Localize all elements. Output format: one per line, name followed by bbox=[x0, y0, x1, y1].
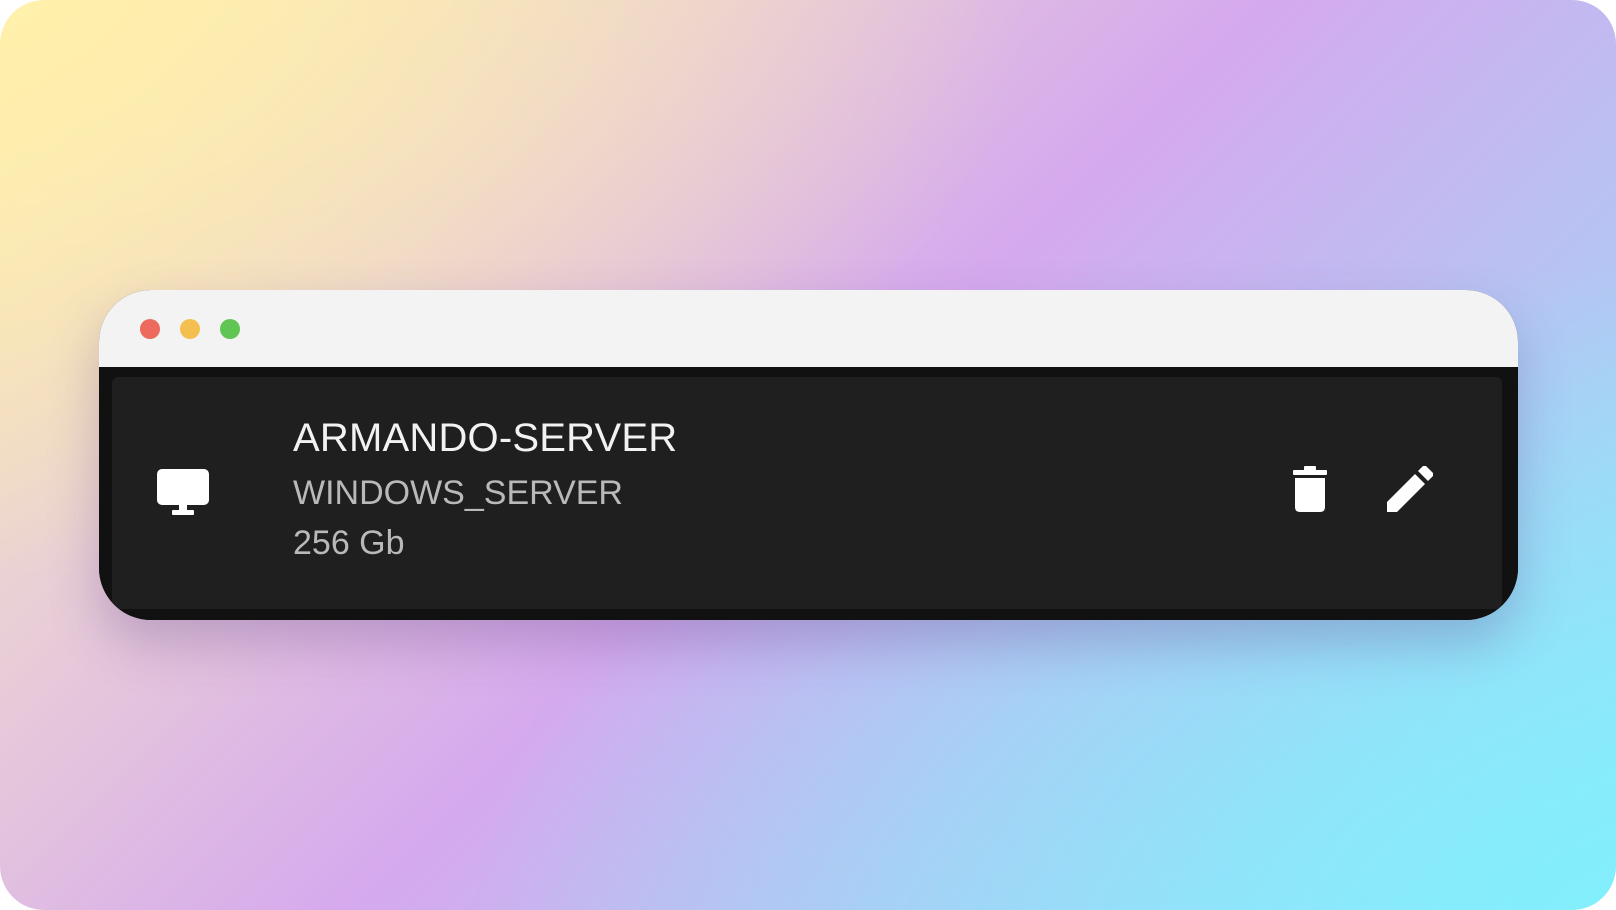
minimize-window-button[interactable] bbox=[180, 319, 200, 339]
edit-button[interactable] bbox=[1382, 463, 1438, 519]
server-type: WINDOWS_SERVER bbox=[293, 474, 623, 512]
pencil-icon bbox=[1387, 465, 1434, 517]
window-content: ARMANDO-SERVER WINDOWS_SERVER 256 Gb bbox=[99, 367, 1518, 620]
app-window: ARMANDO-SERVER WINDOWS_SERVER 256 Gb bbox=[99, 290, 1518, 620]
trash-icon bbox=[1293, 465, 1327, 517]
server-details: ARMANDO-SERVER WINDOWS_SERVER 256 Gb bbox=[293, 413, 677, 565]
maximize-window-button[interactable] bbox=[220, 319, 240, 339]
gradient-background: ARMANDO-SERVER WINDOWS_SERVER 256 Gb bbox=[0, 0, 1616, 910]
window-titlebar bbox=[99, 290, 1518, 367]
desktop-monitor-icon bbox=[157, 469, 209, 517]
delete-button[interactable] bbox=[1282, 463, 1338, 519]
server-name: ARMANDO-SERVER bbox=[293, 416, 678, 460]
server-size: 256 Gb bbox=[293, 524, 405, 562]
close-window-button[interactable] bbox=[140, 319, 160, 339]
server-card[interactable]: ARMANDO-SERVER WINDOWS_SERVER 256 Gb bbox=[112, 377, 1502, 609]
